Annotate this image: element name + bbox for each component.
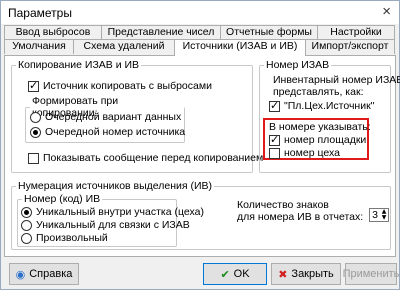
shop-number-label: номер цеха	[284, 147, 340, 159]
checkbox-unchecked-icon	[269, 147, 280, 159]
checkbox-checked-icon	[269, 99, 280, 112]
format-option-label: "Пл.Цех.Источник"	[284, 100, 375, 112]
radio-checked-icon	[30, 126, 41, 138]
tab-removal-scheme[interactable]: Схема удалений	[73, 39, 175, 54]
tab-sources[interactable]: Источники (ИЗАВ и ИВ)	[174, 39, 306, 56]
show-message-checkbox[interactable]: Показывать сообщение перед копированием	[28, 152, 263, 164]
ok-button[interactable]: ✔ OK	[203, 263, 267, 285]
tab-page-sources: Копирование ИЗАВ и ИВ Источник копироват…	[4, 55, 400, 257]
close-button[interactable]: ✖ Закрыть	[271, 263, 341, 285]
radio-arbitrary[interactable]: Произвольный	[21, 232, 108, 244]
help-icon: ◉	[15, 267, 26, 281]
format-option-checkbox[interactable]: "Пл.Цех.Источник"	[269, 99, 375, 112]
tab-defaults[interactable]: Умолчания	[4, 39, 74, 54]
parameters-dialog: Параметры × Ввод выбросов Представление …	[0, 0, 400, 290]
inventory-number-line2: представлять, как:	[273, 86, 364, 98]
tab-emissions-input[interactable]: Ввод выбросов	[4, 25, 102, 40]
area-number-checkbox[interactable]: номер площадки	[269, 133, 367, 146]
radio-unchecked-icon	[30, 111, 41, 123]
area-number-label: номер площадки	[284, 134, 367, 146]
radio-unchecked-icon	[21, 219, 32, 231]
radio-unique-link[interactable]: Уникальный для связки с ИЗАВ	[21, 219, 190, 231]
tab-settings[interactable]: Настройки	[317, 25, 395, 40]
digits-label-line2: для номера ИВ в отчетах:	[237, 211, 364, 223]
digits-label-line1: Количество знаков	[237, 199, 329, 211]
ok-button-label: OK	[233, 268, 250, 280]
radio-next-number-label: Очередной номер источника	[45, 126, 186, 138]
specify-label: В номере указывать:	[269, 121, 371, 133]
apply-button[interactable]: Применить	[342, 263, 400, 285]
radio-unique-area-label: Уникальный внутри участка (цеха)	[36, 206, 204, 218]
close-x-icon: ✖	[278, 267, 288, 281]
radio-unique-link-label: Уникальный для связки с ИЗАВ	[36, 219, 190, 231]
tab-import-export[interactable]: Импорт/экспорт	[305, 39, 395, 54]
inventory-number-line1: Инвентарный номер ИЗАВ	[273, 74, 400, 86]
window-title: Параметры	[8, 6, 72, 20]
izav-number-legend: Номер ИЗАВ	[266, 59, 330, 71]
radio-arbitrary-label: Произвольный	[36, 232, 108, 244]
radio-next-number[interactable]: Очередной номер источника	[30, 126, 185, 138]
radio-unique-area[interactable]: Уникальный внутри участка (цеха)	[21, 206, 204, 218]
digits-value: 3	[372, 209, 378, 221]
show-message-label: Показывать сообщение перед копированием	[43, 152, 264, 164]
iv-numbering-legend: Нумерация источников выделения (ИВ)	[18, 180, 213, 192]
tab-number-format[interactable]: Представление чисел	[101, 25, 221, 40]
radio-unchecked-icon	[21, 232, 32, 244]
help-button-label: Справка	[29, 268, 73, 280]
spinner-arrows-icon[interactable]: ▲ ▼	[380, 209, 388, 221]
tab-report-forms[interactable]: Отчетные формы	[220, 25, 318, 40]
radio-next-variant[interactable]: Очередной вариант данных	[30, 111, 181, 123]
digits-spinner[interactable]: 3 ▲ ▼	[369, 208, 389, 222]
shop-number-checkbox[interactable]: номер цеха	[269, 147, 340, 159]
help-button[interactable]: ◉ Справка	[9, 263, 79, 285]
tab-row-1: Ввод выбросов Представление чисел Отчетн…	[4, 25, 395, 40]
checkbox-checked-icon	[28, 79, 39, 92]
radio-checked-icon	[21, 206, 32, 218]
tab-row-2: Умолчания Схема удалений Источники (ИЗАВ…	[4, 39, 395, 56]
copy-with-emissions-label: Источник копировать с выбросами	[43, 80, 212, 92]
copy-with-emissions-checkbox[interactable]: Источник копировать с выбросами	[28, 79, 212, 92]
iv-code-legend: Номер (код) ИВ	[24, 193, 101, 205]
apply-button-label: Применить	[342, 268, 400, 280]
radio-next-variant-label: Очередной вариант данных	[45, 111, 182, 123]
checkbox-checked-icon	[269, 133, 280, 146]
checkbox-unchecked-icon	[28, 152, 39, 164]
copy-group-legend: Копирование ИЗАВ и ИВ	[18, 59, 140, 71]
check-icon: ✔	[220, 267, 230, 281]
title-bar: Параметры ×	[1, 1, 399, 24]
close-icon[interactable]: ×	[382, 4, 391, 20]
close-button-label: Закрыть	[291, 268, 334, 280]
